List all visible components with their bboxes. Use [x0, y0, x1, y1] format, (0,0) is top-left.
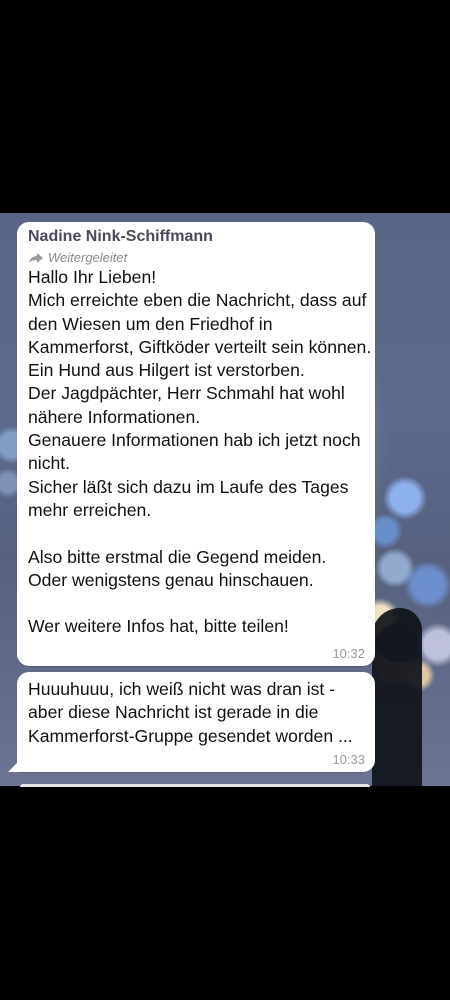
- forwarded-label: Weitergeleitet: [28, 250, 127, 265]
- forwarded-text: Weitergeleitet: [48, 250, 128, 265]
- bubble-tail: [8, 760, 20, 772]
- message-text: Hallo Ihr Lieben! Mich erreichte eben di…: [28, 267, 372, 637]
- message-bubble-forwarded[interactable]: Nadine Nink-Schiffmann Weitergeleitet Ha…: [17, 222, 375, 666]
- wallpaper-figure: [378, 623, 418, 663]
- message-timestamp: 10:32: [332, 646, 365, 661]
- next-message-edge: [20, 784, 370, 787]
- message-bubble[interactable]: Huuuhuuu, ich weiß nicht was dran ist - …: [8, 672, 375, 772]
- sender-name[interactable]: Nadine Nink-Schiffmann: [28, 228, 213, 246]
- message-timestamp: 10:33: [332, 752, 365, 767]
- forward-arrow-icon: [29, 252, 43, 263]
- message-text: Huuuhuuu, ich weiß nicht was dran ist - …: [28, 679, 353, 746]
